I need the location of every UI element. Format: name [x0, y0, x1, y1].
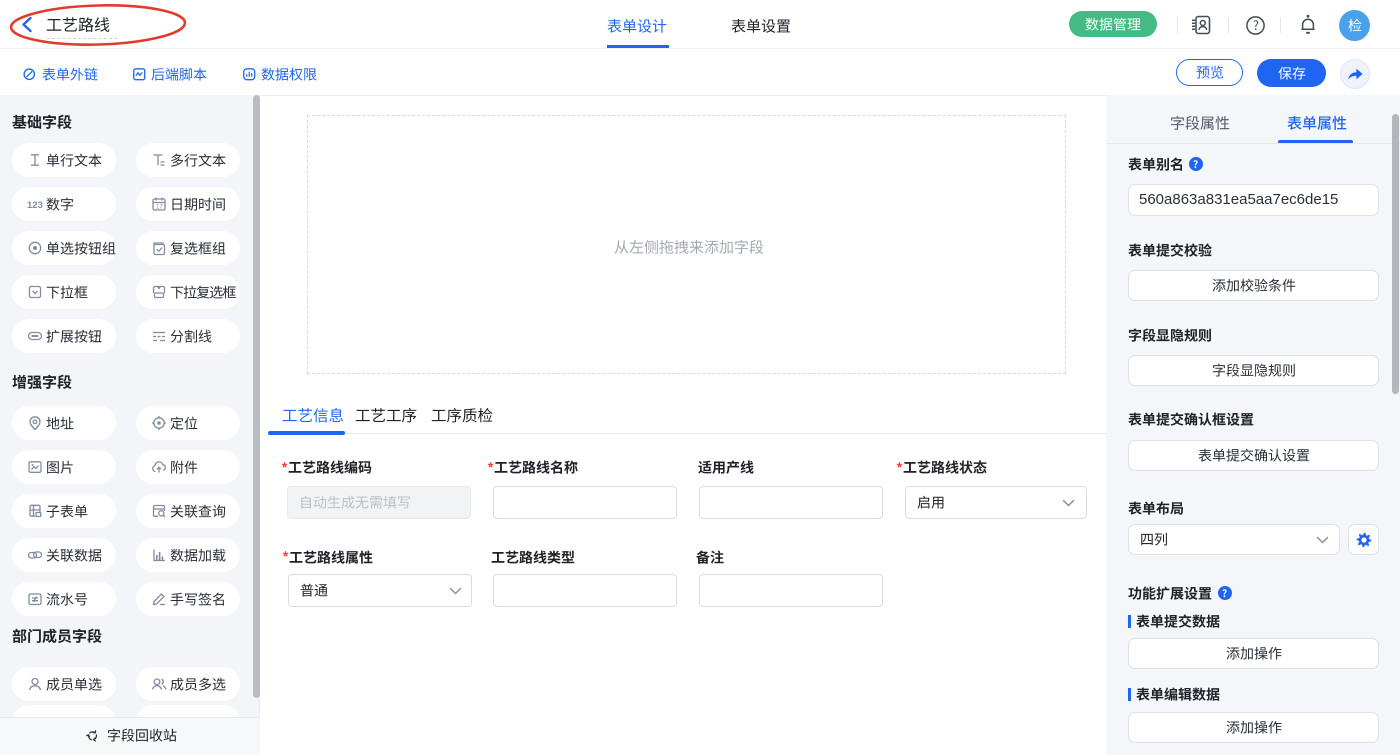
svg-text:17: 17: [156, 205, 163, 211]
svg-text:123: 123: [27, 200, 43, 211]
